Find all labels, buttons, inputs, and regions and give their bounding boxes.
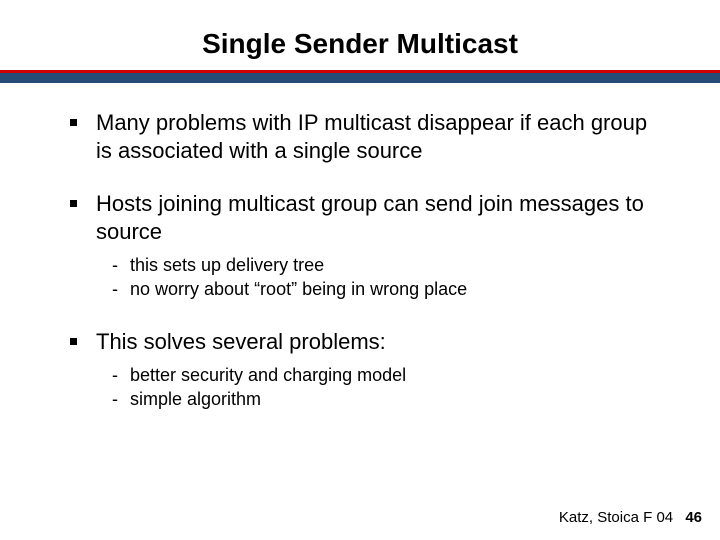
slide-footer: Katz, Stoica F 04 46	[559, 509, 702, 526]
sub-bullet-text: better security and charging model	[130, 365, 406, 385]
bullet-item: Hosts joining multicast group can send j…	[60, 190, 660, 302]
sub-bullet-item: no worry about “root” being in wrong pla…	[112, 277, 660, 301]
sub-bullet-item: better security and charging model	[112, 363, 660, 387]
sub-bullet-list: better security and charging model simpl…	[112, 363, 660, 412]
bullet-item: Many problems with IP multicast disappea…	[60, 109, 660, 164]
footer-credit: Katz, Stoica F 04	[559, 509, 673, 526]
bullet-item: This solves several problems: better sec…	[60, 328, 660, 412]
sub-bullet-text: simple algorithm	[130, 389, 261, 409]
bullet-text: Many problems with IP multicast disappea…	[96, 110, 647, 163]
sub-bullet-item: this sets up delivery tree	[112, 253, 660, 277]
slide-content: Many problems with IP multicast disappea…	[0, 83, 720, 412]
page-number: 46	[685, 509, 702, 526]
slide-title: Single Sender Multicast	[0, 0, 720, 60]
bullet-text: Hosts joining multicast group can send j…	[96, 191, 644, 244]
sub-bullet-text: no worry about “root” being in wrong pla…	[130, 279, 467, 299]
slide: Single Sender Multicast Many problems wi…	[0, 0, 720, 540]
title-bar	[0, 73, 720, 83]
sub-bullet-text: this sets up delivery tree	[130, 255, 324, 275]
sub-bullet-item: simple algorithm	[112, 387, 660, 411]
bullet-list: Many problems with IP multicast disappea…	[60, 109, 660, 412]
sub-bullet-list: this sets up delivery tree no worry abou…	[112, 253, 660, 302]
bullet-text: This solves several problems:	[96, 329, 386, 354]
